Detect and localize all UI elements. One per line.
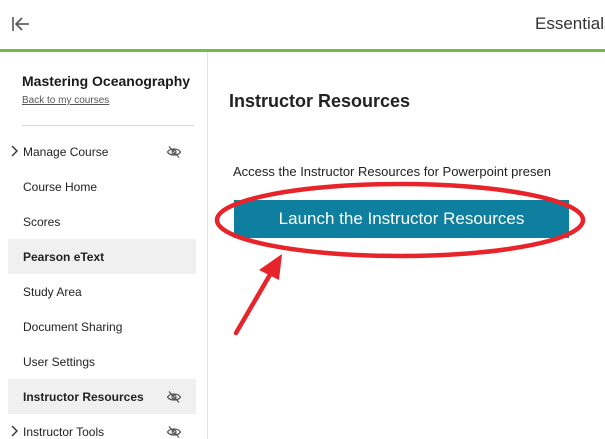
sidebar-item-label: User Settings [23,354,96,369]
annotation-arrow [233,254,282,336]
sidebar: Mastering Oceanography Back to my course… [0,52,208,439]
chevron-right-icon[interactable] [9,145,21,157]
launch-instructor-resources-button[interactable]: Launch the Instructor Resources [234,200,569,238]
sidebar-item-instructor-resources[interactable]: Instructor Resources [8,379,196,414]
eye-slash-icon[interactable] [166,145,182,159]
resources-description: Access the Instructor Resources for Powe… [233,164,551,179]
course-title: Mastering Oceanography [22,73,191,89]
sidebar-item-user-settings[interactable]: User Settings [8,344,196,379]
collapse-sidebar-icon[interactable] [10,14,32,34]
sidebar-item-study-area[interactable]: Study Area [8,274,196,309]
sidebar-item-label: Course Home [23,179,98,194]
eye-slash-icon[interactable] [166,390,182,404]
eye-slash-icon[interactable] [166,425,182,439]
sidebar-item-label: Instructor Tools [23,424,105,439]
sidebar-item-instructor-tools[interactable]: Instructor Tools [8,414,196,439]
sidebar-item-label: Study Area [23,284,82,299]
page-title: Instructor Resources [229,91,411,111]
sidebar-item-course-home[interactable]: Course Home [8,169,196,204]
sidebar-item-label: Pearson eText [23,249,105,264]
sidebar-item-label: Scores [23,214,61,229]
page-header-title: Essentials [535,14,605,33]
top-bar: Essentials [0,0,605,50]
sidebar-item-scores[interactable]: Scores [8,204,196,239]
sidebar-item-manage-course[interactable]: Manage Course [8,134,196,169]
back-to-courses-link[interactable]: Back to my courses [22,95,109,106]
sidebar-item-document-sharing[interactable]: Document Sharing [8,309,196,344]
sidebar-item-label: Instructor Resources [23,389,144,404]
sidebar-nav: Manage Course Course Home Scores Pearson eT… [8,134,196,439]
sidebar-item-label: Manage Course [23,144,109,159]
sidebar-divider [22,125,194,126]
sidebar-item-pearson-etext[interactable]: Pearson eText [8,239,196,274]
sidebar-item-label: Document Sharing [23,319,123,334]
chevron-right-icon[interactable] [9,425,21,437]
